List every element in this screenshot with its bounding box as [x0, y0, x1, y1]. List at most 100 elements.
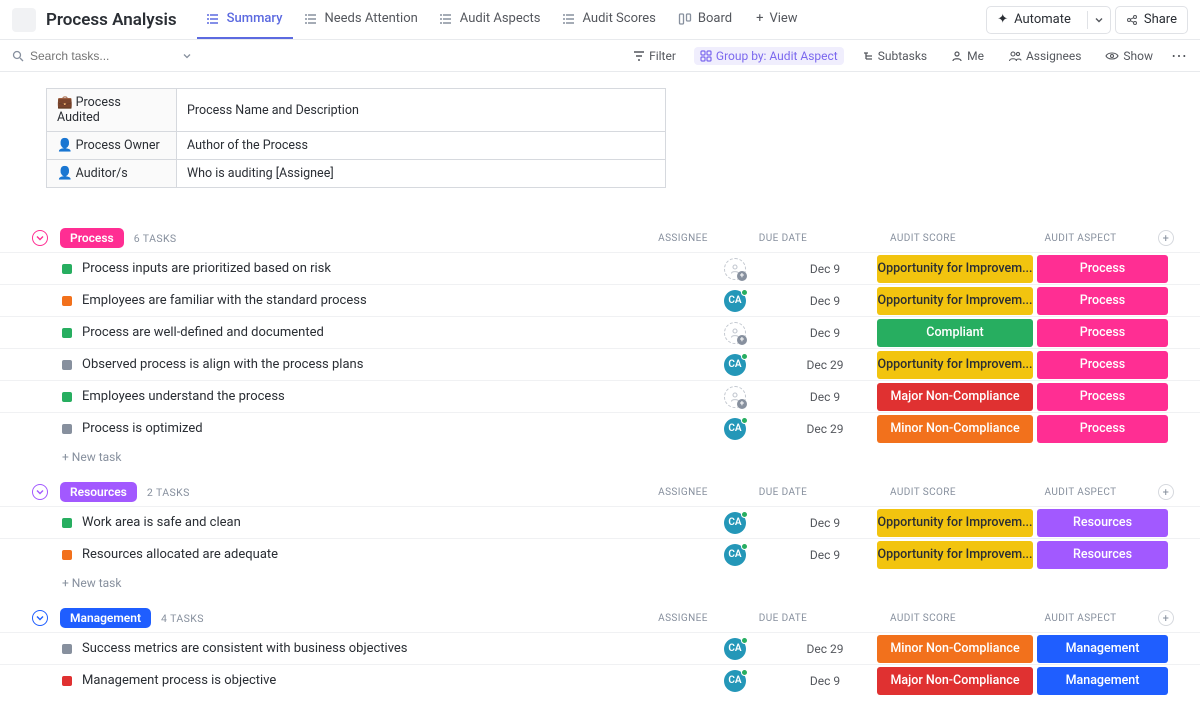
assignee-avatar[interactable]: CA — [724, 290, 746, 312]
workspace-icon[interactable] — [12, 8, 36, 32]
cell-audit-score[interactable]: Opportunity for Improvem... — [875, 509, 1035, 537]
cell-due-date[interactable]: Dec 9 — [775, 516, 875, 530]
assignee-avatar[interactable]: CA — [724, 544, 746, 566]
task-name[interactable]: Employees are familiar with the standard… — [82, 293, 695, 308]
cell-due-date[interactable]: Dec 9 — [775, 294, 875, 308]
new-task-button[interactable]: + New task — [0, 570, 1200, 596]
group-pill[interactable]: Resources — [60, 482, 137, 502]
task-row[interactable]: Process inputs are prioritized based on … — [0, 252, 1200, 284]
task-row[interactable]: Success metrics are consistent with busi… — [0, 632, 1200, 664]
task-name[interactable]: Resources allocated are adequate — [82, 547, 695, 562]
tab-audit-aspects[interactable]: Audit Aspects — [430, 1, 551, 39]
cell-audit-score[interactable]: Minor Non-Compliance — [875, 635, 1035, 663]
status-indicator[interactable] — [62, 676, 72, 686]
cell-audit-score[interactable]: Major Non-Compliance — [875, 383, 1035, 411]
cell-due-date[interactable]: Dec 29 — [775, 358, 875, 372]
cell-audit-aspect[interactable]: Process — [1035, 319, 1170, 347]
assignee-avatar[interactable]: CA — [724, 512, 746, 534]
task-name[interactable]: Employees understand the process — [82, 389, 695, 404]
status-indicator[interactable] — [62, 392, 72, 402]
tab-audit-scores[interactable]: Audit Scores — [553, 1, 666, 39]
add-column[interactable]: + — [1158, 484, 1188, 500]
task-row[interactable]: Process are well-defined and documented … — [0, 316, 1200, 348]
add-view-button[interactable]: + View — [746, 1, 808, 39]
cell-audit-score[interactable]: Compliant — [875, 319, 1035, 347]
cell-audit-score[interactable]: Opportunity for Improvem... — [875, 351, 1035, 379]
task-row[interactable]: Employees are familiar with the standard… — [0, 284, 1200, 316]
add-column[interactable]: + — [1158, 610, 1188, 626]
assignee-empty[interactable]: + — [724, 322, 746, 344]
task-name[interactable]: Process inputs are prioritized based on … — [82, 261, 695, 276]
task-name[interactable]: Management process is objective — [82, 673, 695, 688]
chevron-down-icon[interactable] — [1087, 11, 1110, 29]
cell-audit-aspect[interactable]: Process — [1035, 351, 1170, 379]
assignee-avatar[interactable]: CA — [724, 638, 746, 660]
assignee-avatar[interactable]: CA — [724, 418, 746, 440]
task-row[interactable]: Process is optimized CA Dec 29 Minor Non… — [0, 412, 1200, 444]
info-value[interactable]: Process Name and Description — [177, 89, 666, 132]
info-value[interactable]: Author of the Process — [177, 132, 666, 160]
me-button[interactable]: Me — [945, 47, 990, 65]
cell-due-date[interactable]: Dec 9 — [775, 326, 875, 340]
cell-due-date[interactable]: Dec 29 — [775, 422, 875, 436]
cell-due-date[interactable]: Dec 9 — [775, 262, 875, 276]
collapse-toggle[interactable] — [32, 230, 48, 246]
collapse-toggle[interactable] — [32, 484, 48, 500]
chevron-down-icon[interactable] — [182, 51, 192, 61]
filter-button[interactable]: Filter — [627, 47, 682, 65]
cell-audit-aspect[interactable]: Process — [1035, 415, 1170, 443]
task-name[interactable]: Process is optimized — [82, 421, 695, 436]
task-name[interactable]: Work area is safe and clean — [82, 515, 695, 530]
cell-audit-score[interactable]: Opportunity for Improvem... — [875, 255, 1035, 283]
cell-due-date[interactable]: Dec 9 — [775, 674, 875, 688]
cell-audit-aspect[interactable]: Process — [1035, 255, 1170, 283]
automate-button[interactable]: ✦Automate — [986, 6, 1111, 34]
more-menu[interactable]: ⋯ — [1171, 46, 1188, 65]
status-indicator[interactable] — [62, 296, 72, 306]
show-button[interactable]: Show — [1099, 47, 1159, 65]
share-button[interactable]: Share — [1115, 6, 1188, 34]
search-input[interactable] — [30, 49, 160, 63]
group-pill[interactable]: Management — [60, 608, 151, 628]
assignee-avatar[interactable]: CA — [724, 670, 746, 692]
task-row[interactable]: Employees understand the process + Dec 9… — [0, 380, 1200, 412]
assignee-empty[interactable]: + — [724, 386, 746, 408]
cell-audit-aspect[interactable]: Management — [1035, 635, 1170, 663]
status-indicator[interactable] — [62, 644, 72, 654]
task-row[interactable]: Resources allocated are adequate CA Dec … — [0, 538, 1200, 570]
subtasks-button[interactable]: Subtasks — [856, 47, 933, 65]
cell-due-date[interactable]: Dec 9 — [775, 390, 875, 404]
status-indicator[interactable] — [62, 518, 72, 528]
cell-due-date[interactable]: Dec 29 — [775, 642, 875, 656]
task-row[interactable]: Management process is objective CA Dec 9… — [0, 664, 1200, 696]
status-indicator[interactable] — [62, 424, 72, 434]
cell-audit-score[interactable]: Opportunity for Improvem... — [875, 287, 1035, 315]
cell-audit-aspect[interactable]: Resources — [1035, 509, 1170, 537]
add-column[interactable]: + — [1158, 230, 1188, 246]
cell-audit-aspect[interactable]: Process — [1035, 383, 1170, 411]
task-row[interactable]: Work area is safe and clean CA Dec 9 Opp… — [0, 506, 1200, 538]
assignee-avatar[interactable]: CA — [724, 354, 746, 376]
cell-audit-aspect[interactable]: Resources — [1035, 541, 1170, 569]
task-name[interactable]: Process are well-defined and documented — [82, 325, 695, 340]
task-name[interactable]: Observed process is align with the proce… — [82, 357, 695, 372]
status-indicator[interactable] — [62, 360, 72, 370]
collapse-toggle[interactable] — [32, 610, 48, 626]
group-by-button[interactable]: Group by: Audit Aspect — [694, 47, 844, 65]
tab-needs-attention[interactable]: Needs Attention — [295, 1, 428, 39]
tab-summary[interactable]: Summary — [197, 1, 293, 39]
status-indicator[interactable] — [62, 264, 72, 274]
cell-due-date[interactable]: Dec 9 — [775, 548, 875, 562]
cell-audit-score[interactable]: Minor Non-Compliance — [875, 415, 1035, 443]
group-pill[interactable]: Process — [60, 228, 124, 248]
tab-board[interactable]: Board — [668, 1, 742, 39]
new-task-button[interactable]: + New task — [0, 444, 1200, 470]
cell-audit-aspect[interactable]: Process — [1035, 287, 1170, 315]
task-name[interactable]: Success metrics are consistent with busi… — [82, 641, 695, 656]
assignees-button[interactable]: Assignees — [1002, 47, 1087, 65]
status-indicator[interactable] — [62, 328, 72, 338]
status-indicator[interactable] — [62, 550, 72, 560]
task-row[interactable]: Observed process is align with the proce… — [0, 348, 1200, 380]
cell-audit-score[interactable]: Opportunity for Improvem... — [875, 541, 1035, 569]
assignee-empty[interactable]: + — [724, 258, 746, 280]
